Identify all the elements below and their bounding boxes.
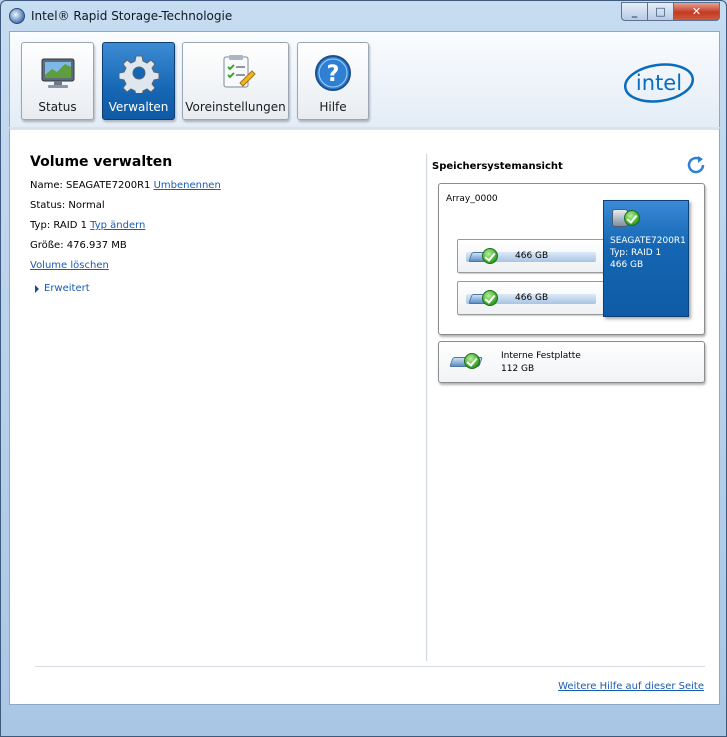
manage-volume-panel: Volume verwalten Name: SEAGATE7200R1 Umb… <box>30 154 420 294</box>
internal-disk-capacity: 112 GB <box>501 364 535 374</box>
volume-tile-size: 466 GB <box>610 260 644 270</box>
internal-disk-box[interactable]: Interne Festplatte 112 GB <box>438 341 705 383</box>
maximize-icon: □ <box>655 5 666 18</box>
internal-disk-text: Interne Festplatte 112 GB <box>501 350 581 376</box>
tab-verwalten-label: Verwalten <box>108 100 169 114</box>
tab-status[interactable]: Status <box>21 42 94 120</box>
gear-icon <box>118 55 159 93</box>
footer-divider <box>35 666 705 667</box>
maximize-button[interactable]: □ <box>648 2 674 21</box>
monitor-icon <box>41 58 74 88</box>
minimize-button[interactable]: _ <box>621 2 648 21</box>
volume-type-row: Typ: RAID 1 Typ ändern <box>30 219 420 239</box>
volume-tile-name: SEAGATE7200R1 <box>610 236 686 246</box>
disk-1-capacity: 466 GB <box>515 251 549 261</box>
volume-size: Größe: 476.937 MB <box>30 240 127 251</box>
close-button[interactable]: ✕ <box>674 2 720 21</box>
svg-text:?: ? <box>327 62 340 87</box>
volume-tile-type: Typ: RAID 1 <box>610 248 662 258</box>
disk-2[interactable]: 466 GB <box>457 281 607 315</box>
minimize-icon: _ <box>631 5 638 18</box>
toolbar: Status Verwalten Voreinstellungen ? Hilf… <box>9 31 720 127</box>
window-title: Intel® Rapid Storage-Technologie <box>31 9 233 23</box>
svg-text:intel: intel <box>636 71 682 95</box>
volume-type: Typ: RAID 1 <box>30 220 87 231</box>
ok-check-icon <box>464 353 480 369</box>
volume-name: Name: SEAGATE7200R1 <box>30 180 151 191</box>
refresh-icon[interactable] <box>685 154 707 176</box>
panel-divider <box>426 154 428 661</box>
title-bar[interactable]: Intel® Rapid Storage-Technologie _ □ ✕ <box>1 1 726 31</box>
array-box[interactable]: Array_0000 466 GB 466 GB SEAGATE7200R1 T… <box>438 183 705 335</box>
tab-verwalten[interactable]: Verwalten <box>102 42 175 120</box>
internal-disk-label: Interne Festplatte <box>501 351 581 361</box>
expand-arrow-icon <box>35 284 39 293</box>
advanced-label: Erweitert <box>44 283 90 294</box>
array-label: Array_0000 <box>446 194 498 204</box>
volume-tile-text: SEAGATE7200R1 Typ: RAID 1 466 GB <box>610 235 686 271</box>
close-icon: ✕ <box>691 5 702 18</box>
disk-2-capacity: 466 GB <box>515 293 549 303</box>
storage-system-view: Speichersystemansicht Array_0000 466 GB <box>432 154 707 383</box>
page-title: Volume verwalten <box>30 154 173 170</box>
help-icon: ? <box>315 55 351 91</box>
checklist-icon <box>223 55 256 88</box>
app-icon <box>9 8 25 24</box>
change-type-link[interactable]: Typ ändern <box>90 220 145 231</box>
tab-hilfe[interactable]: ? Hilfe <box>297 42 369 120</box>
volume-tile[interactable]: SEAGATE7200R1 Typ: RAID 1 466 GB <box>603 200 689 317</box>
volume-name-row: Name: SEAGATE7200R1 Umbenennen <box>30 179 420 199</box>
ok-check-icon <box>482 290 498 306</box>
advanced-expander[interactable]: Erweitert <box>35 283 420 294</box>
tab-voreinstellungen-label: Voreinstellungen <box>185 100 286 114</box>
volume-status: Status: Normal <box>30 200 105 211</box>
rename-link[interactable]: Umbenennen <box>154 180 221 191</box>
intel-logo: intel <box>623 63 695 103</box>
app-window: Intel® Rapid Storage-Technologie _ □ ✕ S… <box>0 0 727 737</box>
more-help-link[interactable]: Weitere Hilfe auf dieser Seite <box>558 681 704 692</box>
tab-hilfe-label: Hilfe <box>319 100 347 114</box>
ok-check-icon <box>624 210 640 226</box>
storage-view-title: Speichersystemansicht <box>432 161 563 172</box>
delete-volume-link[interactable]: Volume löschen <box>30 260 109 271</box>
ok-check-icon <box>482 248 498 264</box>
tab-status-label: Status <box>38 100 77 114</box>
tab-voreinstellungen[interactable]: Voreinstellungen <box>182 42 289 120</box>
window-controls: _ □ ✕ <box>621 2 720 21</box>
disk-1[interactable]: 466 GB <box>457 239 607 273</box>
main-content: Volume verwalten Name: SEAGATE7200R1 Umb… <box>9 127 720 705</box>
